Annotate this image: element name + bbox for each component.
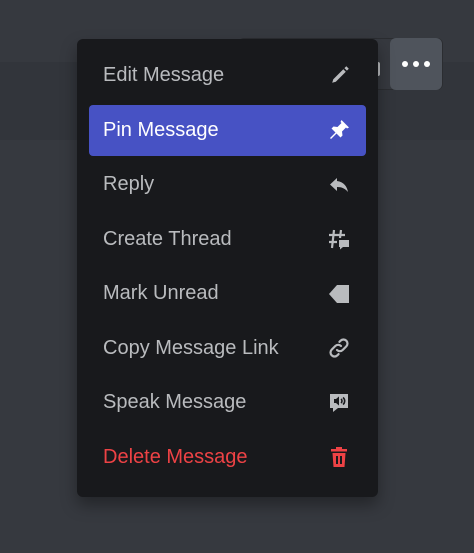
- more-dot-icon: [424, 61, 430, 67]
- menu-item-pin-message[interactable]: Pin Message: [89, 104, 366, 156]
- speaker-bubble-icon: [327, 391, 351, 415]
- menu-item-label: Pin Message: [103, 118, 219, 141]
- flag-icon: [327, 282, 351, 306]
- message-context-menu: Edit Message Pin Message Reply Create Th…: [77, 39, 378, 497]
- menu-item-copy-message-link[interactable]: Copy Message Link: [89, 323, 366, 374]
- menu-item-mark-unread[interactable]: Mark Unread: [89, 268, 366, 319]
- trash-icon: [327, 445, 351, 469]
- more-options-button[interactable]: [390, 38, 442, 90]
- menu-item-reply[interactable]: Reply: [89, 159, 366, 210]
- menu-item-label: Create Thread: [103, 227, 232, 250]
- thread-icon: [327, 227, 351, 251]
- more-dot-icon: [402, 61, 408, 67]
- pencil-icon: [327, 64, 351, 88]
- menu-item-label: Edit Message: [103, 64, 225, 86]
- menu-item-label: Reply: [103, 173, 155, 195]
- menu-item-create-thread[interactable]: Create Thread: [89, 214, 366, 265]
- link-icon: [327, 336, 351, 360]
- reply-arrow-icon: [327, 173, 351, 197]
- menu-item-edit-message[interactable]: Edit Message: [89, 50, 366, 101]
- menu-item-label: Delete Message: [103, 445, 248, 468]
- menu-item-delete-message[interactable]: Delete Message: [89, 432, 366, 483]
- menu-item-label: Speak Message: [103, 391, 247, 413]
- more-dot-icon: [413, 61, 419, 67]
- menu-item-speak-message[interactable]: Speak Message: [89, 377, 366, 428]
- pin-icon: [327, 118, 351, 142]
- menu-item-label: Mark Unread: [103, 282, 219, 304]
- menu-item-label: Copy Message Link: [103, 336, 279, 359]
